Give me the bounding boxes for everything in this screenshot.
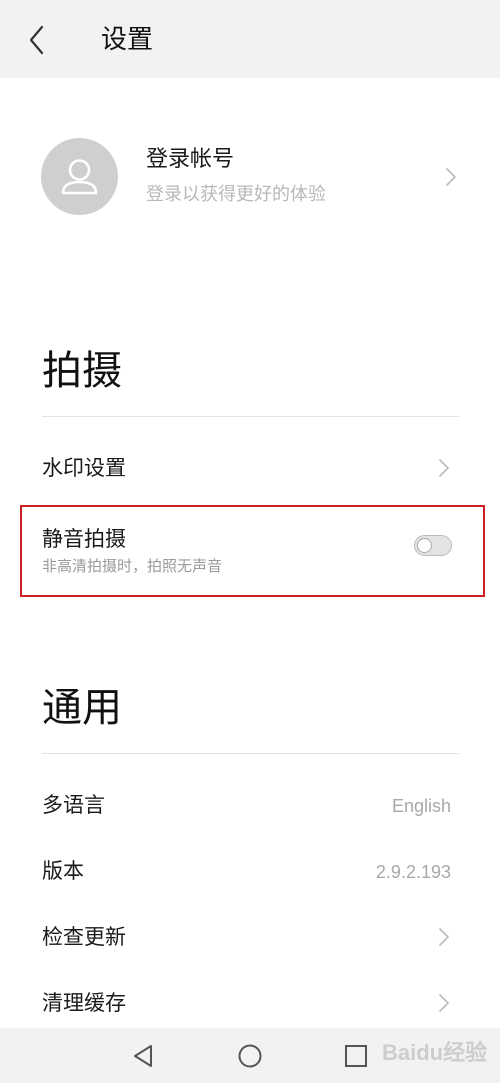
account-login-row[interactable]: 登录帐号 登录以获得更好的体验 (0, 128, 500, 228)
section-divider (42, 753, 459, 754)
watermark-settings-label: 水印设置 (42, 456, 126, 480)
version-value: 2.9.2.193 (375, 862, 451, 882)
account-subtitle: 登录以获得更好的体验 (146, 184, 326, 205)
triangle-back-icon (134, 1045, 152, 1067)
chevron-left-icon (29, 25, 44, 55)
language-label: 多语言 (42, 793, 105, 817)
user-icon (61, 159, 98, 195)
language-row[interactable]: 多语言 English (0, 782, 500, 830)
watermark-settings-row[interactable]: 水印设置 (0, 445, 500, 493)
check-update-label: 检查更新 (42, 925, 126, 949)
version-row: 版本 2.9.2.193 (0, 848, 500, 896)
language-value: English (391, 796, 451, 816)
back-button[interactable] (20, 20, 56, 60)
clear-cache-row[interactable]: 清理缓存 (0, 980, 500, 1028)
toggle-knob (417, 538, 432, 553)
nav-recents-button[interactable] (341, 1041, 371, 1071)
version-label: 版本 (42, 859, 84, 883)
clear-cache-label: 清理缓存 (42, 991, 126, 1015)
app-header: 设置 (0, 0, 500, 78)
section-title-general: 通用 (42, 685, 122, 731)
section-title-shooting: 拍摄 (42, 348, 122, 394)
silent-shooting-label: 静音拍摄 (42, 527, 126, 551)
baidu-watermark: Baidu经验 (378, 1033, 496, 1073)
chevron-right-icon (439, 994, 449, 1012)
silent-shooting-subtitle: 非高清拍摄时，拍照无声音 (42, 557, 223, 575)
watermark-text: Baidu经验 (382, 1040, 488, 1065)
chevron-right-icon (446, 168, 456, 186)
square-recents-icon (345, 1045, 367, 1067)
circle-home-icon (238, 1044, 262, 1068)
chevron-right-icon (439, 459, 449, 477)
nav-home-button[interactable] (235, 1041, 265, 1071)
check-update-row[interactable]: 检查更新 (0, 914, 500, 962)
silent-shooting-toggle[interactable] (414, 535, 452, 556)
page-title: 设置 (101, 25, 154, 55)
settings-page: 设置 登录帐号 登录以获得更好的体验 拍摄 水印设置 静音拍摄 非高清拍摄时，拍… (0, 0, 500, 1083)
nav-back-button[interactable] (129, 1041, 159, 1071)
section-divider (42, 416, 459, 417)
account-title: 登录帐号 (146, 147, 235, 172)
chevron-right-icon (439, 928, 449, 946)
avatar (41, 138, 118, 215)
